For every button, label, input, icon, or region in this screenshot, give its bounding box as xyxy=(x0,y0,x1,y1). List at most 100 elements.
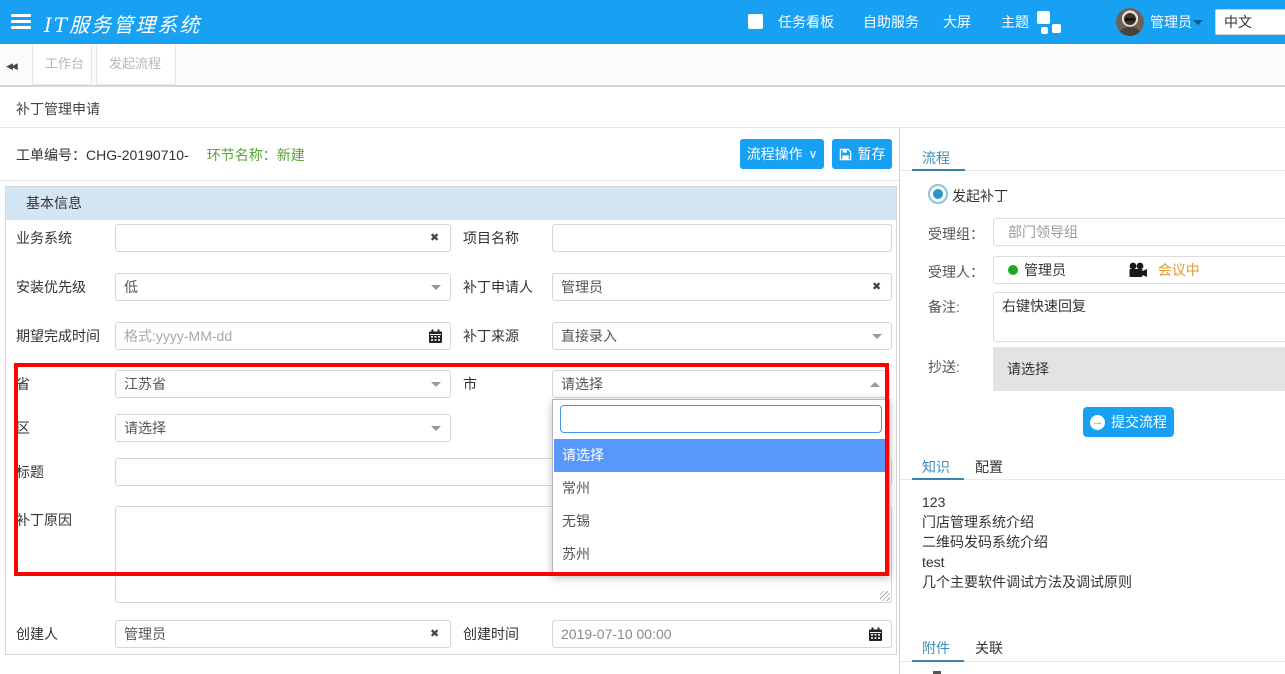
tab-flow[interactable]: 流程 xyxy=(922,148,950,168)
province-value: 江苏省 xyxy=(124,376,166,392)
menu-hamburger-icon[interactable] xyxy=(11,14,31,30)
user-name[interactable]: 管理员 xyxy=(1150,0,1192,44)
collapse-tabs-icon[interactable]: ◀◀ xyxy=(6,56,16,76)
city-option[interactable]: 苏州 xyxy=(554,538,888,571)
nav-task-board[interactable]: 任务看板 xyxy=(778,0,834,44)
cc-value: 请选择 xyxy=(1007,361,1049,377)
install-priority-select[interactable]: 低 xyxy=(115,273,451,301)
district-select[interactable]: 请选择 xyxy=(115,414,451,442)
user-avatar[interactable] xyxy=(1116,8,1144,36)
title-label: 标题 xyxy=(16,458,44,486)
submit-flow-label: 提交流程 xyxy=(1111,412,1167,432)
patch-applicant-input[interactable] xyxy=(552,273,892,301)
knowledge-item[interactable]: 几个主要软件调试方法及调试原则 xyxy=(922,572,1132,592)
assignee-name: 管理员 xyxy=(1024,262,1066,278)
city-option[interactable]: 常州 xyxy=(554,472,888,505)
calendar-icon[interactable] xyxy=(428,329,443,344)
creator-input[interactable] xyxy=(115,620,451,648)
city-value: 请选择 xyxy=(561,376,603,392)
online-status-dot xyxy=(1008,265,1018,275)
patch-applicant-label: 补丁申请人 xyxy=(463,273,533,301)
clear-icon[interactable]: ✖ xyxy=(430,231,439,244)
knowledge-item[interactable]: test xyxy=(922,552,945,572)
tab-start-process[interactable]: 发起流程✕ xyxy=(96,44,176,85)
expected-time-label: 期望完成时间 xyxy=(16,322,100,350)
province-label: 省 xyxy=(16,370,30,398)
user-caret-down-icon xyxy=(1193,20,1203,30)
patch-source-label: 补丁来源 xyxy=(463,322,519,350)
nav-big-screen[interactable]: 大屏 xyxy=(943,0,971,44)
province-select[interactable]: 江苏省 xyxy=(115,370,451,398)
business-system-input[interactable] xyxy=(115,224,451,252)
city-dropdown-search-input[interactable] xyxy=(560,405,882,433)
project-name-label: 项目名称 xyxy=(463,224,519,252)
city-select[interactable]: 请选择 xyxy=(552,370,890,398)
tab-relation[interactable]: 关联 xyxy=(975,638,1003,658)
city-option[interactable]: 请选择 xyxy=(554,439,888,472)
knowledge-item[interactable]: 二维码发码系统介绍 xyxy=(922,532,1048,552)
assignee-box[interactable]: 管理员 会议中 xyxy=(993,256,1285,284)
clear-icon[interactable]: ✖ xyxy=(430,627,439,640)
patch-source-select[interactable]: 直接录入 xyxy=(552,322,892,350)
tab-config[interactable]: 配置 xyxy=(975,457,1003,477)
tab-flow-underline xyxy=(912,169,965,171)
toolbar-divider xyxy=(0,180,899,181)
knowledge-item[interactable]: 门店管理系统介绍 xyxy=(922,512,1034,532)
cc-select-box[interactable]: 请选择 xyxy=(993,347,1285,391)
cc-label: 抄送: xyxy=(928,357,960,377)
tab-knowledge[interactable]: 知识 xyxy=(922,457,950,477)
tab-workbench[interactable]: 工作台✕ xyxy=(32,44,92,85)
district-label: 区 xyxy=(16,414,30,442)
app-window: IT服务管理系统 任务看板 自助服务 大屏 主题 管理员 ◀◀ 工作台✕ 发起流… xyxy=(0,0,1285,674)
tab-workbench-label: 工作台 xyxy=(45,56,84,71)
create-time-input[interactable] xyxy=(552,620,892,648)
submit-arrow-icon: → xyxy=(1090,415,1105,430)
create-time-label: 创建时间 xyxy=(463,620,519,648)
save-draft-button[interactable]: 暂存 xyxy=(832,139,892,169)
tab-bar xyxy=(0,44,1285,87)
tab-attachment[interactable]: 附件 xyxy=(922,638,950,658)
submit-flow-button[interactable]: → 提交流程 xyxy=(1083,407,1174,437)
business-system-label: 业务系统 xyxy=(16,224,72,252)
group-label: 受理组： xyxy=(928,224,984,244)
process-actions-button[interactable]: 流程操作∨ xyxy=(740,139,824,169)
flow-step-label: 发起补丁 xyxy=(952,186,1008,206)
assignee-label: 受理人： xyxy=(928,262,984,282)
nav-self-service[interactable]: 自助服务 xyxy=(863,0,919,44)
install-priority-label: 安装优先级 xyxy=(16,273,86,301)
stage-value: 新建 xyxy=(277,147,305,163)
workorder-info: 工单编号：CHG-20190710-环节名称：新建 xyxy=(16,145,305,165)
patch-reason-label: 补丁原因 xyxy=(16,506,72,534)
page-title-bar xyxy=(0,87,1285,128)
workorder-number: CHG-20190710- xyxy=(86,147,189,163)
language-select[interactable] xyxy=(1215,9,1285,35)
save-draft-label: 暂存 xyxy=(858,144,886,164)
clear-icon[interactable]: ✖ xyxy=(872,280,881,293)
flow-step-radio[interactable] xyxy=(928,184,948,204)
group-box[interactable]: 部门领导组 xyxy=(993,218,1285,246)
remark-value: 右键快速回复 xyxy=(1002,298,1086,314)
city-option[interactable]: 无锡 xyxy=(554,505,888,538)
calendar-icon[interactable] xyxy=(868,627,883,642)
tab-start-process-label: 发起流程 xyxy=(109,56,161,71)
select-caret-icon xyxy=(431,382,441,392)
workorder-number-label: 工单编号： xyxy=(16,147,86,163)
process-actions-label: 流程操作 xyxy=(747,144,803,164)
nav-theme[interactable]: 主题 xyxy=(1001,0,1029,44)
select-caret-icon xyxy=(431,426,441,436)
textarea-resize-handle[interactable] xyxy=(880,591,890,601)
select-caret-up-icon xyxy=(870,377,880,387)
install-priority-value: 低 xyxy=(124,279,138,295)
remark-label: 备注: xyxy=(928,297,960,317)
city-label: 市 xyxy=(463,370,477,398)
board-icon[interactable] xyxy=(748,14,763,29)
project-name-input[interactable] xyxy=(552,224,892,252)
knowledge-item[interactable]: 123 xyxy=(922,492,945,512)
select-caret-icon xyxy=(872,334,882,344)
select-caret-icon xyxy=(431,285,441,295)
expected-time-input[interactable] xyxy=(115,322,451,350)
panel-divider xyxy=(899,128,900,674)
app-title: IT服务管理系统 xyxy=(44,9,201,38)
remark-box[interactable]: 右键快速回复 xyxy=(993,292,1285,342)
meeting-status-link[interactable]: 会议中 xyxy=(1158,262,1200,278)
